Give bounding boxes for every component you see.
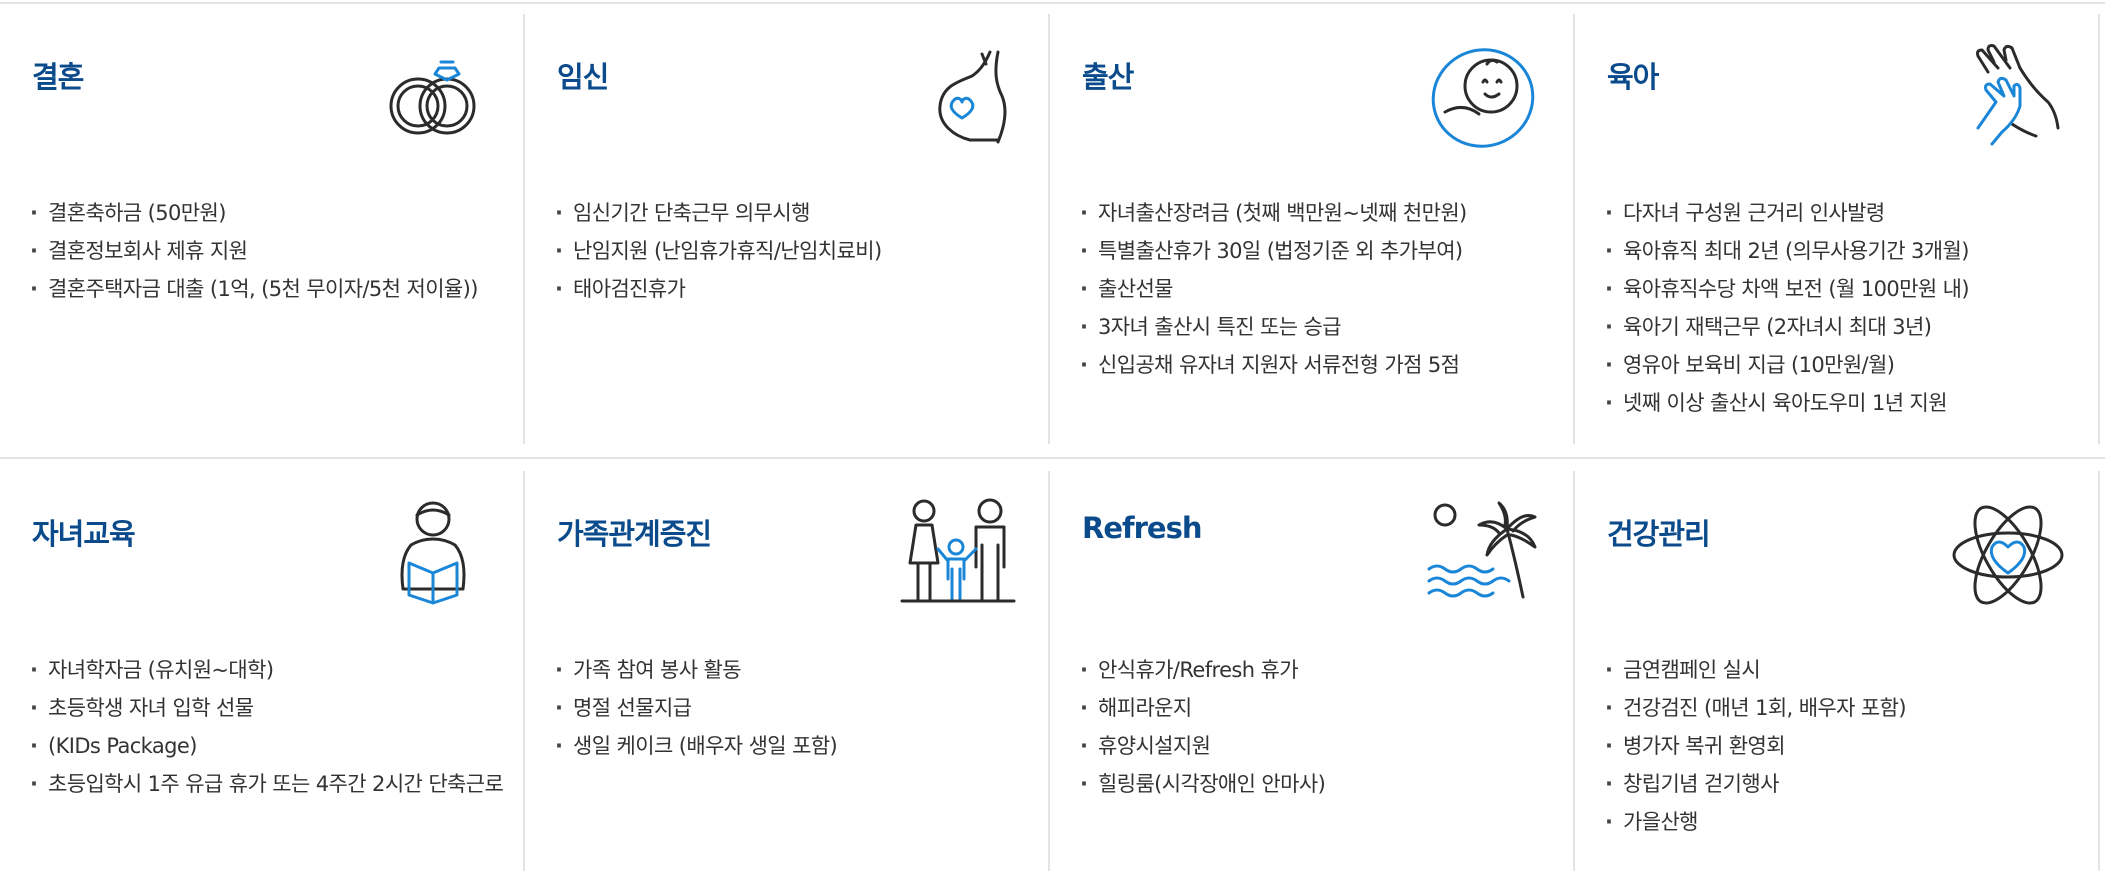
list-item: 출산선물	[1080, 270, 1467, 308]
list-item: 해피라운지	[1080, 689, 1325, 727]
list-item: 창립기념 걷기행사	[1605, 765, 1906, 803]
section-family-relations: 가족관계증진 가족 참여 봉사 활동 명절 선물지급 생일 케이크 (배우자 생…	[525, 471, 1050, 871]
list-item: 휴양시설지원	[1080, 727, 1325, 765]
benefits-row-2: 자녀교육 자녀학자금 (유치원~대학) 초등학생 자녀 입학 선물 (KIDs …	[0, 457, 2105, 871]
list-item: (KIDs Package)	[30, 727, 503, 765]
section-title: 결혼	[32, 60, 84, 94]
list-item: 결혼축하금 (50만원)	[30, 194, 478, 232]
section-childbirth: 출산 자녀출산장려금 (첫째 백만원~넷째 천만원) 특별출산휴가 30일 (법…	[1050, 14, 1575, 444]
list-item: 특별출산휴가 30일 (법정기준 외 추가부여)	[1080, 232, 1467, 270]
family-icon	[898, 489, 1018, 609]
section-title: 건강관리	[1607, 517, 1711, 551]
list-item: 넷째 이상 출산시 육아도우미 1년 지원	[1605, 384, 1969, 422]
section-marriage: 결혼 결혼축하금 (50만원) 결혼정보회사 제휴 지원 결혼주택자금 대출 (…	[0, 14, 525, 444]
student-reading-icon	[373, 489, 493, 609]
pregnancy-icon	[898, 32, 1018, 152]
list-item: 초등학생 자녀 입학 선물	[30, 689, 503, 727]
benefit-list: 다자녀 구성원 근거리 인사발령 육아휴직 최대 2년 (의무사용기간 3개월)…	[1605, 194, 1970, 422]
section-childcare: 육아 다자녀 구성원 근거리 인사발령 육아휴직 최대 2년 (의무사용기간 3…	[1575, 14, 2100, 444]
list-item: 신입공채 유자녀 지원자 서류전형 가점 5점	[1080, 346, 1467, 384]
benefit-list: 자녀학자금 (유치원~대학) 초등학생 자녀 입학 선물 (KIDs Packa…	[30, 651, 504, 803]
list-item: 명절 선물지급	[555, 689, 837, 727]
section-pregnancy: 임신 임신기간 단축근무 의무시행 난임지원 (난임휴가휴직/난임치료비) 태아…	[525, 14, 1050, 444]
benefit-list: 가족 참여 봉사 활동 명절 선물지급 생일 케이크 (배우자 생일 포함)	[555, 651, 838, 765]
section-child-education: 자녀교육 자녀학자금 (유치원~대학) 초등학생 자녀 입학 선물 (KIDs …	[0, 471, 525, 871]
list-item: 가을산행	[1605, 803, 1906, 841]
section-refresh: Refresh 안식휴가/Refresh 휴가 해피라운지 휴양시설지원 힐링룸…	[1050, 471, 1575, 871]
list-item: 다자녀 구성원 근거리 인사발령	[1605, 194, 1969, 232]
parent-child-hands-icon	[1948, 32, 2068, 152]
section-title: 출산	[1082, 60, 1134, 94]
list-item: 병가자 복귀 환영회	[1605, 727, 1906, 765]
benefit-list: 임신기간 단축근무 의무시행 난임지원 (난임휴가휴직/난임치료비) 태아검진휴…	[555, 194, 882, 308]
list-item: 영유아 보육비 지급 (10만원/월)	[1605, 346, 1969, 384]
section-title: Refresh	[1082, 511, 1202, 545]
benefits-row-1: 결혼 결혼축하금 (50만원) 결혼정보회사 제휴 지원 결혼주택자금 대출 (…	[0, 4, 2105, 456]
list-item: 가족 참여 봉사 활동	[555, 651, 837, 689]
list-item: 임신기간 단축근무 의무시행	[555, 194, 882, 232]
section-health: 건강관리 금연캠페인 실시 건강검진 (매년 1회, 배우자 포함) 병가자 복…	[1575, 471, 2100, 871]
palm-beach-icon	[1423, 489, 1543, 609]
benefit-list: 안식휴가/Refresh 휴가 해피라운지 휴양시설지원 힐링룸(시각장애인 안…	[1080, 651, 1326, 803]
list-item: 자녀학자금 (유치원~대학)	[30, 651, 503, 689]
section-title: 가족관계증진	[557, 517, 712, 551]
list-item: 결혼주택자금 대출 (1억, (5천 무이자/5천 저이율))	[30, 270, 478, 308]
health-heart-atom-icon	[1948, 489, 2068, 609]
list-item: 힐링룸(시각장애인 안마사)	[1080, 765, 1326, 803]
benefit-list: 결혼축하금 (50만원) 결혼정보회사 제휴 지원 결혼주택자금 대출 (1억,…	[30, 194, 478, 308]
wedding-rings-icon	[373, 32, 493, 152]
benefit-list: 금연캠페인 실시 건강검진 (매년 1회, 배우자 포함) 병가자 복귀 환영회…	[1605, 651, 1907, 841]
benefit-list: 자녀출산장려금 (첫째 백만원~넷째 천만원) 특별출산휴가 30일 (법정기준…	[1080, 194, 1467, 384]
list-item: 생일 케이크 (배우자 생일 포함)	[555, 727, 838, 765]
list-item: 육아휴직수당 차액 보전 (월 100만원 내)	[1605, 270, 1970, 308]
list-item: 태아검진휴가	[555, 270, 882, 308]
section-title: 자녀교육	[32, 517, 136, 551]
section-title: 임신	[557, 60, 609, 94]
list-item: 난임지원 (난임휴가휴직/난임치료비)	[555, 232, 882, 270]
list-item: 금연캠페인 실시	[1605, 651, 1906, 689]
list-item: 자녀출산장려금 (첫째 백만원~넷째 천만원)	[1080, 194, 1467, 232]
list-item: 초등입학시 1주 유급 휴가 또는 4주간 2시간 단축근로	[30, 765, 504, 803]
list-item: 안식휴가/Refresh 휴가	[1080, 651, 1325, 689]
section-title: 육아	[1607, 60, 1659, 94]
list-item: 육아기 재택근무 (2자녀시 최대 3년)	[1605, 308, 1969, 346]
list-item: 육아휴직 최대 2년 (의무사용기간 3개월)	[1605, 232, 1969, 270]
list-item: 3자녀 출산시 특진 또는 승급	[1080, 308, 1467, 346]
newborn-baby-icon	[1423, 32, 1543, 152]
list-item: 건강검진 (매년 1회, 배우자 포함)	[1605, 689, 1907, 727]
list-item: 결혼정보회사 제휴 지원	[30, 232, 478, 270]
